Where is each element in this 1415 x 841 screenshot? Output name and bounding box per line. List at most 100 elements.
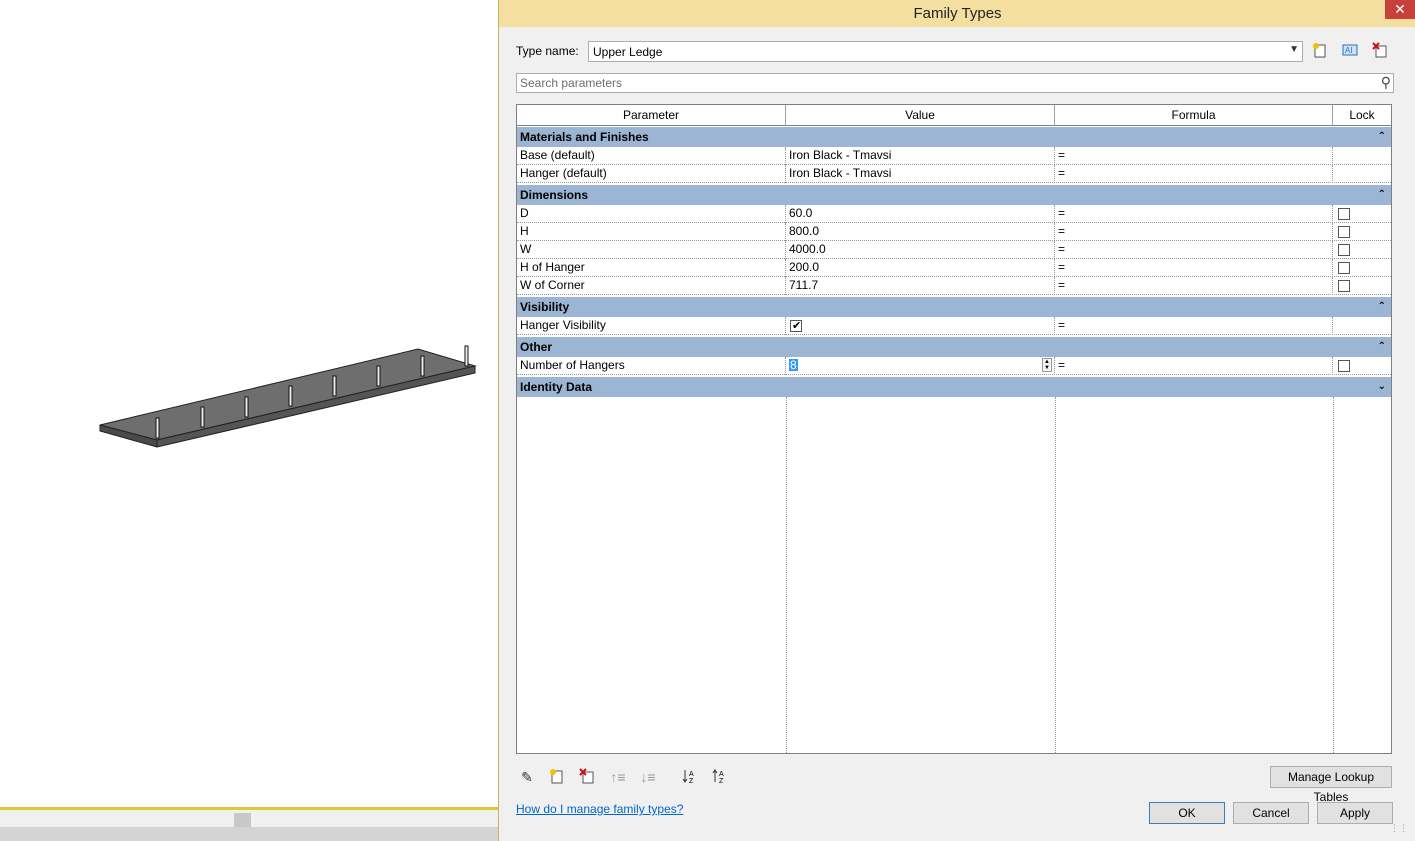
svg-text:A: A	[719, 771, 724, 778]
formula-cell[interactable]: =	[1055, 147, 1333, 165]
group-label: Materials and Finishes	[520, 130, 649, 144]
type-name-select[interactable]: Upper Ledge ▼	[588, 41, 1303, 62]
column-header-parameter[interactable]: Parameter	[517, 105, 786, 126]
lock-cell	[1333, 259, 1391, 277]
help-link[interactable]: How do I manage family types?	[516, 802, 683, 816]
parameter-cell: D	[517, 205, 786, 223]
search-icon[interactable]: ⚲	[1381, 74, 1391, 91]
number-of-hangers-input[interactable]: 8 ▲ ▼	[786, 357, 1055, 375]
lock-cell	[1333, 223, 1391, 241]
spinner-icon[interactable]: ▲ ▼	[1042, 358, 1052, 372]
group-label: Dimensions	[520, 188, 589, 202]
parameter-cell: H	[517, 223, 786, 241]
model-viewport[interactable]	[0, 0, 498, 841]
table-row: H 800.0 =	[517, 223, 1391, 241]
lock-cell	[1333, 317, 1391, 335]
chevron-up-icon[interactable]: ⌃	[1378, 337, 1386, 357]
table-row: Base (default) Iron Black - Tmavsi =	[517, 147, 1391, 165]
search-input[interactable]: Search parameters ⚲	[516, 73, 1394, 93]
value-cell[interactable]: Iron Black - Tmavsi	[786, 165, 1055, 183]
formula-cell[interactable]: =	[1055, 259, 1333, 277]
group-visibility[interactable]: Visibility ⌃	[517, 297, 1391, 317]
chevron-down-icon: ▼	[1289, 44, 1299, 55]
chevron-up-icon[interactable]: ⌃	[1378, 127, 1386, 147]
value-cell[interactable]: 711.7	[786, 277, 1055, 295]
lock-checkbox[interactable]	[1338, 208, 1350, 220]
group-other[interactable]: Other ⌃	[517, 337, 1391, 357]
group-label: Identity Data	[520, 380, 593, 394]
value-cell[interactable]: Iron Black - Tmavsi	[786, 147, 1055, 165]
close-icon: ✕	[1394, 1, 1406, 17]
column-header-value[interactable]: Value	[786, 105, 1055, 126]
lock-cell	[1333, 277, 1391, 295]
formula-cell[interactable]: =	[1055, 223, 1333, 241]
rename-type-icon[interactable]: AI	[1341, 42, 1359, 60]
lock-checkbox[interactable]	[1338, 360, 1350, 372]
close-button[interactable]: ✕	[1385, 0, 1415, 19]
value-cell[interactable]: 60.0	[786, 205, 1055, 223]
scrollbar-thumb[interactable]	[234, 813, 251, 827]
formula-cell[interactable]: =	[1055, 317, 1333, 335]
lock-checkbox[interactable]	[1338, 226, 1350, 238]
table-row: Hanger (default) Iron Black - Tmavsi =	[517, 165, 1391, 183]
hanger-visibility-checkbox[interactable]	[790, 318, 802, 335]
sort-descending-icon[interactable]: AZ	[711, 768, 731, 786]
apply-button[interactable]: Apply	[1317, 802, 1393, 824]
group-label: Other	[520, 340, 553, 354]
new-type-icon[interactable]	[1311, 42, 1329, 60]
table-row: H of Hanger 200.0 =	[517, 259, 1391, 277]
viewport-scrollbar[interactable]	[0, 810, 498, 841]
lock-checkbox[interactable]	[1338, 244, 1350, 256]
svg-text:Z: Z	[689, 778, 694, 784]
group-dimensions[interactable]: Dimensions ⌃	[517, 185, 1391, 205]
lock-cell	[1333, 147, 1391, 165]
scrollbar-track	[0, 827, 498, 841]
lock-cell	[1333, 241, 1391, 259]
chevron-up-icon[interactable]: ⌃	[1378, 185, 1386, 205]
value-cell[interactable]: 800.0	[786, 223, 1055, 241]
lock-cell	[1333, 357, 1391, 375]
parameter-cell: Number of Hangers	[517, 357, 786, 375]
group-label: Visibility	[520, 300, 570, 314]
value-cell[interactable]: 200.0	[786, 259, 1055, 277]
search-placeholder: Search parameters	[520, 76, 623, 90]
new-parameter-icon[interactable]	[547, 768, 567, 786]
svg-text:AI: AI	[1345, 46, 1353, 55]
formula-cell[interactable]: =	[1055, 357, 1333, 375]
pencil-icon[interactable]: ✎	[517, 768, 537, 786]
delete-type-icon[interactable]	[1371, 42, 1389, 60]
parameter-cell: Hanger Visibility	[517, 317, 786, 335]
group-materials-and-finishes[interactable]: Materials and Finishes ⌃	[517, 127, 1391, 147]
lock-cell	[1333, 165, 1391, 183]
lock-checkbox[interactable]	[1338, 262, 1350, 274]
column-divider	[786, 397, 787, 753]
chevron-up-icon[interactable]: ⌃	[1378, 297, 1386, 317]
value-cell[interactable]: 4000.0	[786, 241, 1055, 259]
chevron-down-icon[interactable]: ⌄	[1378, 377, 1386, 397]
selected-value: 8	[789, 358, 798, 372]
manage-lookup-tables-button[interactable]: Manage Lookup Tables	[1270, 766, 1392, 804]
lock-checkbox[interactable]	[1338, 280, 1350, 292]
formula-cell[interactable]: =	[1055, 241, 1333, 259]
resize-grip-icon[interactable]: ⋮⋮	[1390, 823, 1408, 834]
formula-cell[interactable]: =	[1055, 165, 1333, 183]
delete-parameter-icon[interactable]	[577, 768, 597, 786]
column-divider	[1333, 397, 1334, 753]
table-row: Number of Hangers 8 ▲ ▼ =	[517, 357, 1391, 375]
sort-ascending-icon[interactable]: AZ	[681, 768, 701, 786]
formula-cell[interactable]: =	[1055, 277, 1333, 295]
move-up-icon[interactable]: ↑≡	[608, 768, 628, 786]
column-header-lock[interactable]: Lock	[1333, 105, 1391, 126]
parameter-cell: H of Hanger	[517, 259, 786, 277]
move-down-icon[interactable]: ↓≡	[638, 768, 658, 786]
column-header-formula[interactable]: Formula	[1055, 105, 1333, 126]
ok-button[interactable]: OK	[1149, 802, 1225, 824]
dialog-titlebar[interactable]: Family Types ✕	[499, 0, 1415, 27]
parameter-cell: Hanger (default)	[517, 165, 786, 183]
group-identity-data[interactable]: Identity Data ⌄	[517, 377, 1391, 397]
column-divider	[1055, 397, 1056, 753]
cancel-button[interactable]: Cancel	[1233, 802, 1309, 824]
family-types-dialog: Family Types ✕ Type name: Upper Ledge ▼ …	[498, 0, 1415, 841]
formula-cell[interactable]: =	[1055, 205, 1333, 223]
ledge-model-view	[99, 345, 477, 448]
